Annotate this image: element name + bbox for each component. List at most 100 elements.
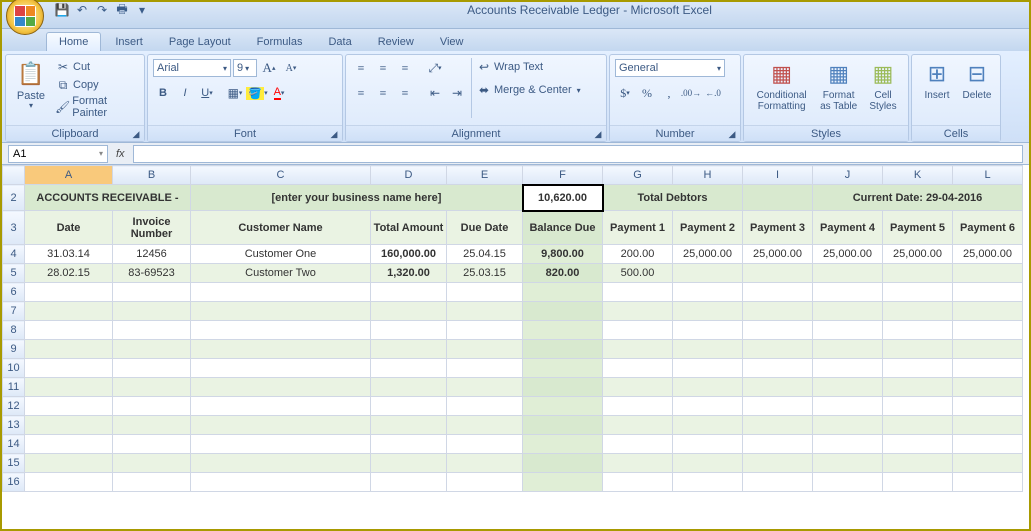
hdr-p1[interactable]: Payment 1 — [603, 211, 673, 245]
copy-button[interactable]: ⧉Copy — [55, 77, 139, 93]
font-color-button[interactable]: A▾ — [269, 84, 289, 102]
merge-center-button[interactable]: ⬌Merge & Center▾ — [476, 82, 581, 98]
cell-styles-icon: ▦ — [869, 60, 897, 88]
border-button[interactable]: ▦▾ — [225, 84, 245, 102]
paste-icon: 📋 — [17, 60, 45, 88]
decrease-indent-icon[interactable]: ⇤ — [425, 84, 445, 102]
font-size-select[interactable]: 9▾ — [233, 59, 257, 77]
grid[interactable]: A B C D E F G H I J K L 2 ACCOUNTS RECEI… — [2, 165, 1023, 492]
copy-icon: ⧉ — [55, 77, 71, 93]
col-E[interactable]: E — [447, 166, 523, 185]
merge-icon: ⬌ — [476, 82, 492, 98]
orientation-icon[interactable]: ⤢▾ — [425, 59, 445, 77]
hdr-invoice[interactable]: Invoice Number — [113, 211, 191, 245]
col-I[interactable]: I — [743, 166, 813, 185]
formula-bar: A1▾ fx — [2, 143, 1029, 165]
tab-pagelayout[interactable]: Page Layout — [157, 33, 243, 51]
col-K[interactable]: K — [883, 166, 953, 185]
italic-button[interactable]: I — [175, 84, 195, 102]
format-painter-button[interactable]: 🖌Format Painter — [55, 95, 139, 119]
hdr-due[interactable]: Due Date — [447, 211, 523, 245]
format-as-table-button[interactable]: ▦Format as Table — [814, 58, 863, 114]
select-all-corner[interactable] — [3, 166, 25, 185]
save-icon[interactable]: 💾 — [54, 2, 70, 18]
col-L[interactable]: L — [953, 166, 1023, 185]
increase-decimal-icon[interactable]: .00→ — [681, 84, 701, 102]
align-top-icon[interactable]: ≡ — [351, 59, 371, 77]
percent-button[interactable]: % — [637, 84, 657, 102]
tab-view[interactable]: View — [428, 33, 476, 51]
insert-cells-button[interactable]: ⊞Insert — [917, 58, 957, 103]
col-J[interactable]: J — [813, 166, 883, 185]
print-icon[interactable]: 🖶 — [114, 2, 130, 18]
align-left-icon[interactable]: ≡ — [351, 84, 371, 102]
grow-font-icon[interactable]: A▴ — [259, 59, 279, 77]
col-H[interactable]: H — [673, 166, 743, 185]
tab-formulas[interactable]: Formulas — [245, 33, 315, 51]
decrease-decimal-icon[interactable]: ←.0 — [703, 84, 723, 102]
hdr-p5[interactable]: Payment 5 — [883, 211, 953, 245]
align-center-icon[interactable]: ≡ — [373, 84, 393, 102]
col-F[interactable]: F — [523, 166, 603, 185]
col-C[interactable]: C — [191, 166, 371, 185]
ledger-title[interactable]: ACCOUNTS RECEIVABLE - — [25, 185, 191, 211]
hdr-customer[interactable]: Customer Name — [191, 211, 371, 245]
underline-button[interactable]: U▾ — [197, 84, 217, 102]
tab-home[interactable]: Home — [46, 32, 101, 51]
font-launcher-icon[interactable]: ◢ — [328, 128, 340, 140]
number-launcher-icon[interactable]: ◢ — [726, 128, 738, 140]
worksheet[interactable]: A B C D E F G H I J K L 2 ACCOUNTS RECEI… — [2, 165, 1029, 492]
shrink-font-icon[interactable]: A▾ — [281, 59, 301, 77]
number-format-select[interactable]: General▾ — [615, 59, 725, 77]
hdr-p2[interactable]: Payment 2 — [673, 211, 743, 245]
hdr-balance[interactable]: Balance Due — [523, 211, 603, 245]
undo-icon[interactable]: ↶ — [74, 2, 90, 18]
table-icon: ▦ — [825, 60, 853, 88]
align-right-icon[interactable]: ≡ — [395, 84, 415, 102]
name-box[interactable]: A1▾ — [8, 145, 108, 163]
col-B[interactable]: B — [113, 166, 191, 185]
titlebar: 💾 ↶ ↷ 🖶 ▾ Accounts Receivable Ledger - M… — [2, 2, 1029, 29]
row-5: 5 28.02.15 83-69523 Customer Two 1,320.0… — [3, 264, 1023, 283]
hdr-p4[interactable]: Payment 4 — [813, 211, 883, 245]
comma-button[interactable]: , — [659, 84, 679, 102]
ribbon: 📋 Paste ▾ ✂Cut ⧉Copy 🖌Format Painter Cli… — [2, 51, 1029, 143]
align-middle-icon[interactable]: ≡ — [373, 59, 393, 77]
col-A[interactable]: A — [25, 166, 113, 185]
hdr-p6[interactable]: Payment 6 — [953, 211, 1023, 245]
redo-icon[interactable]: ↷ — [94, 2, 110, 18]
hdr-date[interactable]: Date — [25, 211, 113, 245]
formula-input[interactable] — [133, 145, 1023, 163]
tab-insert[interactable]: Insert — [103, 33, 155, 51]
tab-data[interactable]: Data — [316, 33, 363, 51]
paste-button[interactable]: 📋 Paste ▾ — [11, 58, 51, 113]
fx-icon[interactable]: fx — [116, 148, 125, 160]
row-7: 7 — [3, 302, 1023, 321]
current-date[interactable]: Current Date: 29-04-2016 — [813, 185, 1023, 211]
cut-button[interactable]: ✂Cut — [55, 59, 139, 75]
conditional-formatting-icon: ▦ — [768, 60, 796, 88]
col-G[interactable]: G — [603, 166, 673, 185]
cell-styles-button[interactable]: ▦Cell Styles — [863, 58, 903, 114]
delete-cells-button[interactable]: ⊟Delete — [957, 58, 997, 103]
accounting-format-button[interactable]: $ ▾ — [615, 84, 635, 102]
hdr-p3[interactable]: Payment 3 — [743, 211, 813, 245]
wrap-text-button[interactable]: ↩Wrap Text — [476, 59, 581, 75]
hdr-total[interactable]: Total Amount — [371, 211, 447, 245]
alignment-launcher-icon[interactable]: ◢ — [592, 128, 604, 140]
col-D[interactable]: D — [371, 166, 447, 185]
group-alignment: ≡ ≡ ≡ ⤢▾ ≡ ≡ ≡ ⇤ ⇥ ↩Wrap Text ⬌Mer — [345, 54, 607, 142]
conditional-formatting-button[interactable]: ▦Conditional Formatting — [749, 58, 814, 114]
align-bottom-icon[interactable]: ≡ — [395, 59, 415, 77]
bold-button[interactable]: B — [153, 84, 173, 102]
total-debtors-label[interactable]: Total Debtors — [603, 185, 743, 211]
font-name-select[interactable]: Arial▾ — [153, 59, 231, 77]
increase-indent-icon[interactable]: ⇥ — [447, 84, 467, 102]
qat-dropdown-icon[interactable]: ▾ — [134, 2, 150, 18]
row-12: 12 — [3, 397, 1023, 416]
tab-review[interactable]: Review — [366, 33, 426, 51]
business-name-placeholder[interactable]: [enter your business name here] — [191, 185, 523, 211]
clipboard-launcher-icon[interactable]: ◢ — [130, 128, 142, 140]
total-debtors-sum[interactable]: 10,620.00 — [523, 185, 603, 211]
fill-color-button[interactable]: 🪣▾ — [247, 84, 267, 102]
